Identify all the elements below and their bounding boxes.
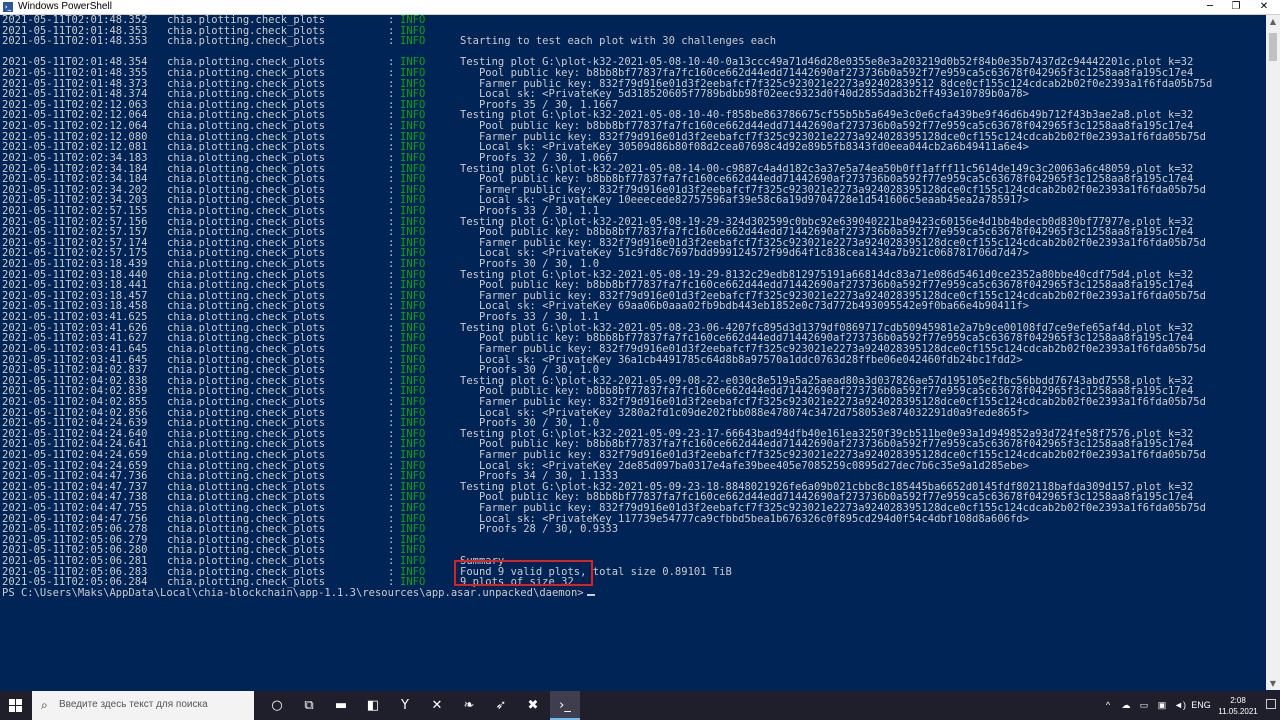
log-module: chia.plotting.check_plots (167, 395, 326, 408)
start-button[interactable] (0, 691, 32, 720)
taskbar-clock[interactable]: 2:08 11.05.2021 (1214, 691, 1262, 720)
search-icon: ⌕ (41, 698, 48, 712)
notification-tray-icon[interactable]: ▭ (1136, 691, 1152, 720)
log-separator: : (388, 151, 395, 164)
vertical-scrollbar[interactable]: ▲ ▼ (1266, 15, 1280, 690)
minimize-button[interactable]: ─ (1197, 0, 1223, 14)
language-indicator[interactable]: ENG (1188, 691, 1214, 720)
log-separator: : (388, 342, 395, 355)
console-line: 2021-05-11T02:01:48.353 chia.plotting.che… (0, 36, 1266, 47)
tray-chevron-icon[interactable]: ^ (1100, 691, 1116, 720)
app-leaf-icon[interactable]: ❧ (454, 691, 484, 720)
window-title: Windows PowerShell (18, 1, 112, 12)
log-timestamp: 2021-05-11T02:04:02.855 (2, 395, 148, 408)
powershell-icon[interactable]: ›_ (550, 691, 580, 720)
app-green-icon[interactable]: ✕ (422, 691, 452, 720)
taskbar: ⌕ Введите здесь текст для поиска ○ ⧉ ▬ ◧ Y ✕ ❧… (0, 691, 1280, 720)
weather-icon[interactable]: ☁ (1118, 691, 1134, 720)
taskbar-search[interactable]: ⌕ Введите здесь текст для поиска (32, 691, 254, 720)
log-message: Farmer public key: 832f79d916e01d3f2eeba… (460, 342, 1206, 355)
prompt-line[interactable]: PS C:\Users\Maks\AppData\Local\chia-bloc… (0, 588, 1266, 599)
browser-icon[interactable]: ◧ (358, 691, 388, 720)
task-view-icon[interactable]: ⧉ (294, 691, 324, 720)
log-module: chia.plotting.check_plots (167, 151, 326, 164)
console-line: 2021-05-11T02:04:24.659 chia.plotting.che… (0, 450, 1266, 461)
log-level: INFO (400, 151, 426, 164)
log-timestamp: 2021-05-11T02:01:48.353 (2, 35, 148, 48)
title-bar: ›_ Windows PowerShell ─ ❐ ✕ (0, 0, 1280, 15)
close-button[interactable]: ✕ (1251, 0, 1277, 14)
log-module: chia.plotting.check_plots (167, 35, 326, 48)
text-cursor (586, 593, 595, 596)
command-prompt: PS C:\Users\Maks\AppData\Local\chia-bloc… (2, 588, 595, 599)
powershell-window-icon: ›_ (3, 2, 13, 12)
file-explorer-icon[interactable]: ▬ (326, 691, 356, 720)
network-icon[interactable]: ▣ (1154, 691, 1170, 720)
log-separator: : (388, 35, 395, 48)
log-level: INFO (400, 342, 426, 355)
console-line: 2021-05-11T02:04:02.855 chia.plotting.che… (0, 397, 1266, 408)
log-level: INFO (400, 395, 426, 408)
scrollbar-thumb[interactable] (1269, 33, 1277, 61)
log-message: Starting to test each plot with 30 chall… (460, 35, 777, 48)
windows-logo-icon (9, 699, 23, 713)
scroll-up-icon[interactable]: ▲ (1266, 17, 1280, 26)
console-line: 2021-05-11T02:02:34.183 chia.plotting.che… (0, 153, 1266, 164)
log-module: chia.plotting.check_plots (167, 342, 326, 355)
notification-icon (1266, 699, 1276, 709)
volume-icon[interactable]: ◄) (1172, 691, 1188, 720)
log-level: INFO (400, 35, 426, 48)
search-placeholder: Введите здесь текст для поиска (59, 699, 208, 710)
log-separator: : (388, 204, 395, 217)
log-level: INFO (400, 204, 426, 217)
notifications-button[interactable] (1262, 691, 1280, 720)
log-message: Proofs 33 / 30, 1.1 (460, 204, 600, 217)
yandex-browser-icon[interactable]: Y (390, 691, 420, 720)
log-module: chia.plotting.check_plots (167, 204, 326, 217)
log-message: Proofs 32 / 30, 1.0667 (460, 151, 619, 164)
log-separator: : (388, 395, 395, 408)
clock-time: 2:08 (1230, 696, 1246, 705)
log-timestamp: 2021-05-11T02:03:41.645 (2, 342, 148, 355)
console-output[interactable]: 2021-05-11T02:01:48.352 chia.plotting.che… (0, 15, 1266, 690)
log-message: Farmer public key: 832f79d916e01d3f2eeba… (460, 395, 1206, 408)
app-xc-icon[interactable]: ✖ (518, 691, 548, 720)
scroll-down-icon[interactable]: ▼ (1266, 679, 1280, 688)
console-line: 2021-05-11T02:03:41.645 chia.plotting.che… (0, 344, 1266, 355)
cortana-icon[interactable]: ○ (262, 691, 292, 720)
maximize-button[interactable]: ❐ (1223, 0, 1249, 14)
highlight-annotation (454, 560, 593, 586)
log-timestamp: 2021-05-11T02:02:34.183 (2, 151, 148, 164)
log-message: Proofs 28 / 30, 0.9333 (460, 523, 619, 536)
log-timestamp: 2021-05-11T02:02:57.155 (2, 204, 148, 217)
clock-date: 11.05.2021 (1218, 707, 1258, 716)
app-bird-icon[interactable]: ➶ (486, 691, 516, 720)
console-line: 2021-05-11T02:02:57.155 chia.plotting.che… (0, 206, 1266, 217)
